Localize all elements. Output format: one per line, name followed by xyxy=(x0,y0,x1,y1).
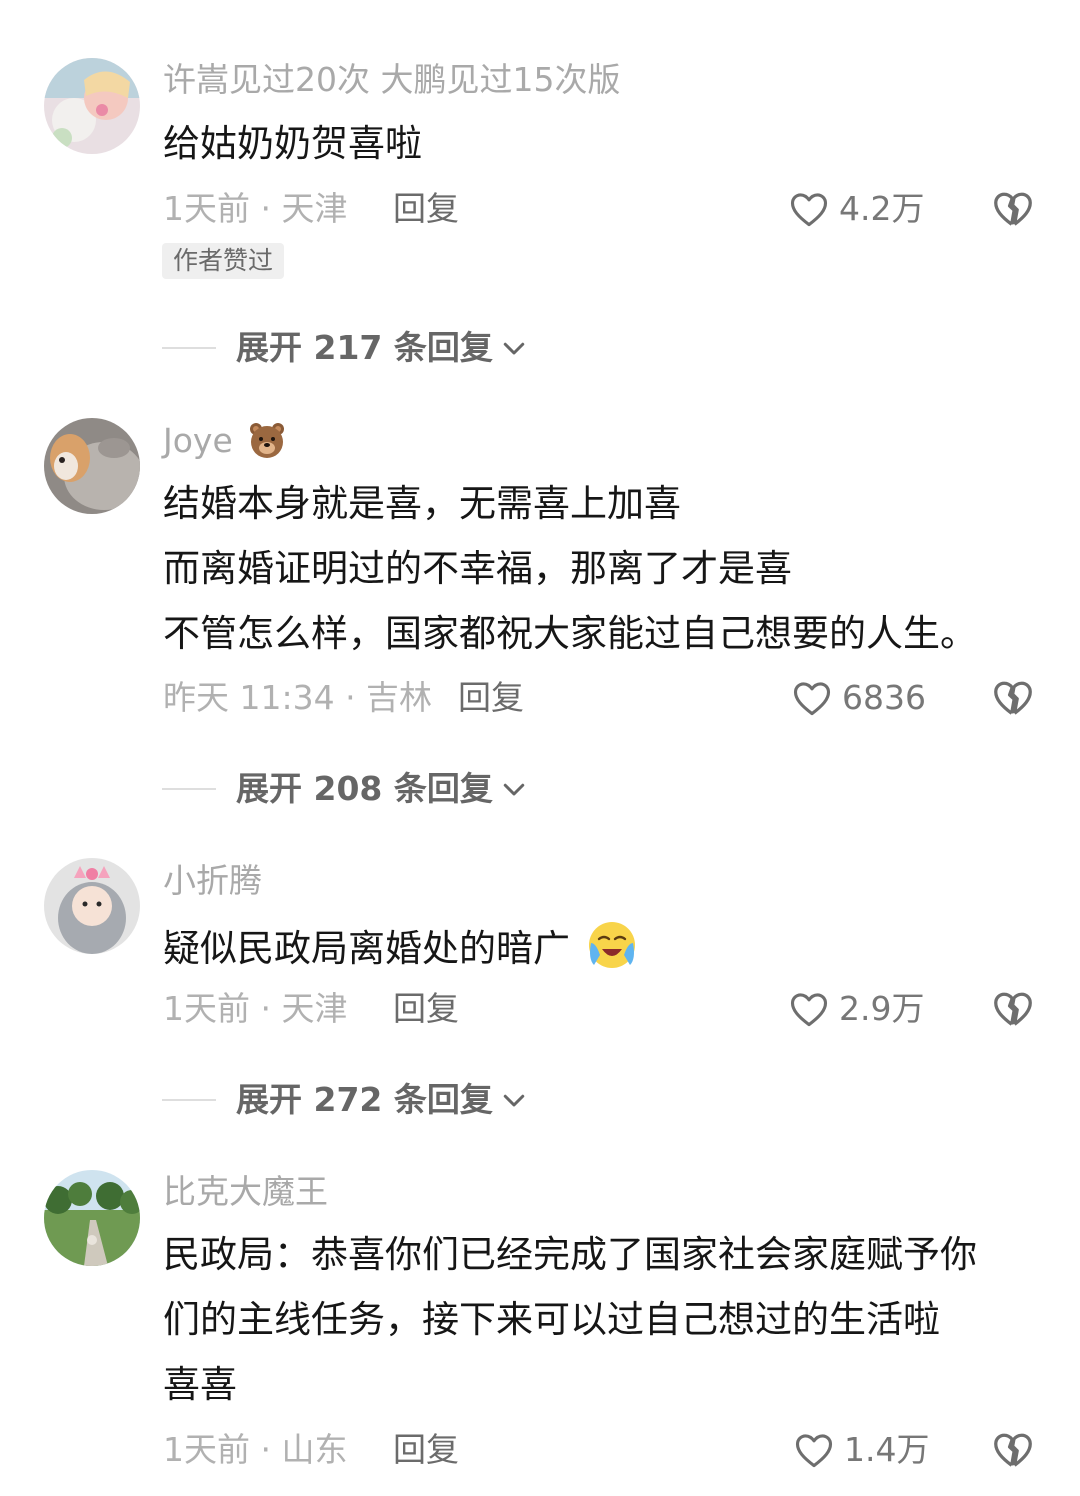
comment-text: 喜喜 xyxy=(163,1363,237,1406)
comment-meta: 1天前 · 天津 xyxy=(163,189,348,228)
expand-replies-label: 展开 208 条回复 xyxy=(236,769,493,808)
comment-text-body: 疑似民政局离婚处的暗广 xyxy=(163,927,570,970)
reply-button[interactable]: 回复 xyxy=(393,1428,459,1472)
expand-replies-button[interactable]: 展开 208 条回复 xyxy=(162,767,529,811)
username[interactable]: 小折腾 xyxy=(163,859,262,903)
username[interactable]: Joye xyxy=(163,419,287,463)
like-count: 6836 xyxy=(842,678,926,717)
heart-outline-icon xyxy=(790,193,828,227)
broken-heart-icon xyxy=(994,192,1032,226)
broken-heart-icon xyxy=(994,1433,1032,1467)
expand-replies-label: 展开 217 条回复 xyxy=(236,328,493,367)
chevron-down-icon xyxy=(503,342,525,355)
comment-text: 结婚本身就是喜，无需喜上加喜 xyxy=(163,482,681,525)
reply-button[interactable]: 回复 xyxy=(393,187,459,231)
username-text: Joye xyxy=(163,421,233,460)
comment-meta: 昨天 11:34 · 吉林 xyxy=(163,678,433,717)
like-count: 1.4万 xyxy=(844,1430,930,1469)
author-liked-badge: 作者赞过 xyxy=(162,243,285,279)
comment-text: 而离婚证明过的不幸福，那离了才是喜 xyxy=(163,547,792,590)
expand-replies-label: 展开 272 条回复 xyxy=(236,1080,493,1119)
username[interactable]: 比克大魔王 xyxy=(163,1170,328,1214)
dislike-button[interactable] xyxy=(990,186,1036,232)
broken-heart-icon xyxy=(994,992,1032,1026)
like-count: 4.2万 xyxy=(839,189,925,228)
comment-text: 疑似民政局离婚处的暗广 xyxy=(163,919,638,974)
reply-button[interactable]: 回复 xyxy=(393,987,459,1031)
dislike-button[interactable] xyxy=(990,675,1036,721)
reply-button[interactable]: 回复 xyxy=(458,676,524,720)
like-count: 2.9万 xyxy=(839,989,925,1028)
expand-replies-button[interactable]: 展开 217 条回复 xyxy=(162,326,529,370)
divider xyxy=(162,788,216,790)
divider xyxy=(162,347,216,349)
comment-text: 不管怎么样，国家都祝大家能过自己想要的人生。 xyxy=(163,612,977,655)
heart-outline-icon xyxy=(790,993,828,1027)
avatar[interactable] xyxy=(44,858,140,954)
heart-outline-icon xyxy=(795,1434,833,1468)
chevron-down-icon xyxy=(503,783,525,796)
broken-heart-icon xyxy=(994,681,1032,715)
comment-text: 民政局：恭喜你们已经完成了国家社会家庭赋予你 xyxy=(163,1233,977,1276)
like-button[interactable]: 1.4万 xyxy=(792,1428,929,1472)
comment-meta: 1天前 · 山东 xyxy=(163,1430,348,1469)
bear-face-emoji xyxy=(243,421,287,460)
like-button[interactable]: 2.9万 xyxy=(787,987,924,1031)
expand-replies-button[interactable]: 展开 272 条回复 xyxy=(162,1078,529,1122)
like-button[interactable]: 6836 xyxy=(790,676,926,720)
dislike-button[interactable] xyxy=(990,1427,1036,1473)
chevron-down-icon xyxy=(503,1094,525,1107)
comment-text: 们的主线任务，接下来可以过自己想过的生活啦 xyxy=(163,1298,940,1341)
avatar[interactable] xyxy=(44,418,140,514)
like-button[interactable]: 4.2万 xyxy=(787,187,924,231)
avatar[interactable] xyxy=(44,58,140,154)
heart-outline-icon xyxy=(793,682,831,716)
dislike-button[interactable] xyxy=(990,986,1036,1032)
loudly-crying-face-emoji xyxy=(582,922,638,970)
avatar[interactable] xyxy=(44,1170,140,1266)
username[interactable]: 许嵩见过20次 大鹏见过15次版 xyxy=(163,58,620,102)
divider xyxy=(162,1099,216,1101)
comment-meta: 1天前 · 天津 xyxy=(163,989,348,1028)
comment-text: 给姑奶奶贺喜啦 xyxy=(163,122,422,165)
